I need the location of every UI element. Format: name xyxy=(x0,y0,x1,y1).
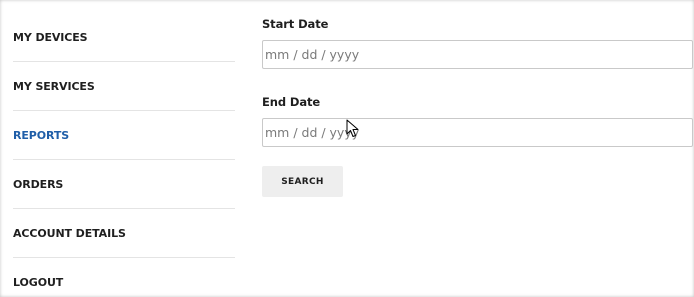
sidebar-item-label: REPORTS xyxy=(13,128,70,142)
sidebar-item-my-devices[interactable]: MY DEVICES xyxy=(13,13,235,62)
sidebar-item-orders[interactable]: ORDERS xyxy=(13,160,235,209)
search-button[interactable]: SEARCH xyxy=(262,166,343,197)
sidebar-item-reports[interactable]: REPORTS xyxy=(13,111,235,160)
start-date-placeholder: mm / dd / yyyy xyxy=(265,47,360,62)
reports-page: MY DEVICES MY SERVICES REPORTS ORDERS AC… xyxy=(0,0,694,297)
start-date-label: Start Date xyxy=(262,17,329,31)
end-date-label: End Date xyxy=(262,95,321,109)
sidebar-item-label: MY SERVICES xyxy=(13,79,95,93)
start-date-field[interactable]: mm / dd / yyyy xyxy=(262,40,693,69)
end-date-field[interactable]: mm / dd / yyyy xyxy=(262,118,693,147)
sidebar-item-label: LOGOUT xyxy=(13,276,64,289)
sidebar-item-label: ORDERS xyxy=(13,177,64,191)
sidebar-item-my-services[interactable]: MY SERVICES xyxy=(13,62,235,111)
account-sidebar: MY DEVICES MY SERVICES REPORTS ORDERS AC… xyxy=(13,13,235,297)
sidebar-item-logout[interactable]: LOGOUT xyxy=(13,258,235,297)
sidebar-item-label: ACCOUNT DETAILS xyxy=(13,226,126,240)
sidebar-item-account-details[interactable]: ACCOUNT DETAILS xyxy=(13,209,235,258)
sidebar-item-label: MY DEVICES xyxy=(13,30,88,44)
mouse-cursor-icon xyxy=(346,119,359,137)
